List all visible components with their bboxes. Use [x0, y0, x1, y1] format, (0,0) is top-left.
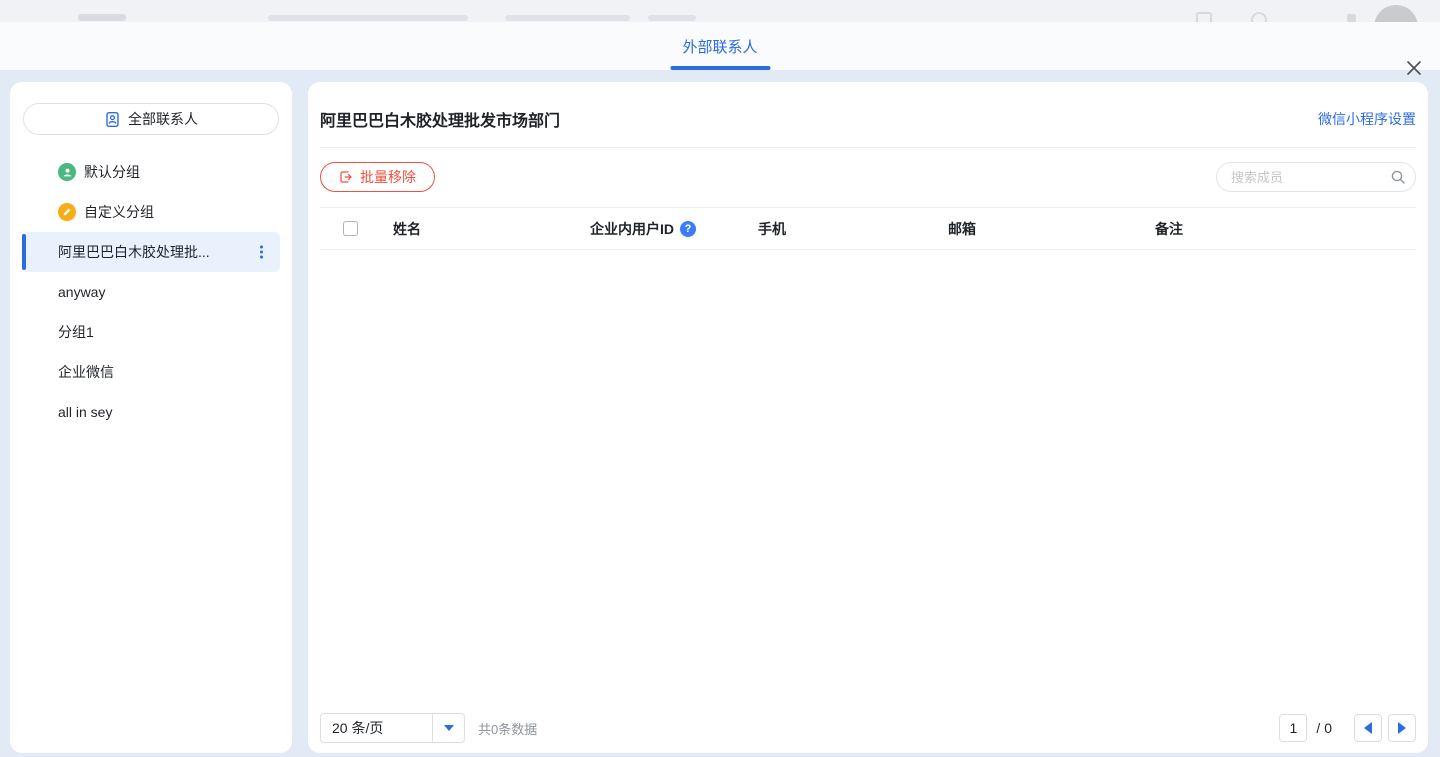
- content-panel: 阿里巴巴白木胶处理批发市场部门 微信小程序设置 批量移除: [308, 82, 1428, 753]
- background-icon: [1347, 14, 1356, 22]
- column-header-email: 邮箱: [948, 219, 1155, 239]
- batch-remove-button[interactable]: 批量移除: [320, 162, 435, 192]
- page-number-input[interactable]: [1279, 714, 1307, 742]
- group-label: 默认分组: [84, 162, 140, 182]
- pagination-right: / 0: [1279, 714, 1416, 742]
- column-header-name: 姓名: [393, 219, 590, 239]
- sidebar-item-alibaba-group[interactable]: 阿里巴巴白木胶处理批...: [22, 232, 280, 272]
- sidebar-item-default-group[interactable]: 默认分组: [22, 152, 280, 192]
- chevron-down-icon: [432, 714, 464, 742]
- sidebar-item-anyway[interactable]: anyway: [22, 272, 280, 312]
- user-group-icon: [58, 163, 76, 181]
- page-size-select[interactable]: 20 条/页: [320, 713, 465, 743]
- page-total-label: / 0: [1316, 720, 1332, 736]
- search-input[interactable]: [1216, 162, 1416, 192]
- table-header: 姓名 企业内用户ID ? 手机 邮箱 备注: [320, 207, 1416, 250]
- background-nav-text: [648, 15, 696, 21]
- modal-body: 全部联系人 默认分组: [0, 70, 1440, 757]
- group-label: 自定义分组: [84, 202, 154, 222]
- modal-header: 外部联系人: [0, 22, 1440, 70]
- column-header-phone: 手机: [758, 219, 948, 239]
- group-label: 企业微信: [58, 362, 114, 382]
- background-logo: [78, 14, 126, 21]
- title-row: 阿里巴巴白木胶处理批发市场部门 微信小程序设置: [320, 82, 1416, 148]
- more-options-icon[interactable]: [257, 243, 266, 262]
- search-box: [1216, 162, 1416, 192]
- remove-export-icon: [339, 170, 353, 184]
- sidebar-item-all-in-sey[interactable]: all in sey: [22, 392, 280, 432]
- sidebar-item-wecom[interactable]: 企业微信: [22, 352, 280, 392]
- prev-page-button[interactable]: [1354, 714, 1382, 742]
- group-label: 阿里巴巴白木胶处理批...: [58, 242, 210, 262]
- active-indicator: [22, 234, 26, 270]
- group-label: 分组1: [58, 322, 94, 342]
- group-label: all in sey: [58, 404, 112, 420]
- search-icon: [1390, 169, 1406, 185]
- background-topbar: [0, 0, 1440, 22]
- pagination-left: 20 条/页 共0条数据: [320, 713, 537, 743]
- sidebar-item-group1[interactable]: 分组1: [22, 312, 280, 352]
- background-icon: [1251, 12, 1267, 22]
- group-list: 默认分组 自定义分组 阿里巴巴白木胶处理批... any: [22, 152, 280, 432]
- all-contacts-button[interactable]: 全部联系人: [23, 103, 279, 135]
- column-header-userid: 企业内用户ID ?: [590, 219, 758, 239]
- help-icon[interactable]: ?: [680, 221, 696, 237]
- page-size-value: 20 条/页: [321, 718, 432, 738]
- column-header-userid-label: 企业内用户ID: [590, 219, 674, 239]
- group-label: anyway: [58, 284, 105, 300]
- miniprogram-settings-link[interactable]: 微信小程序设置: [1318, 109, 1416, 129]
- column-header-remark: 备注: [1155, 219, 1416, 239]
- batch-remove-label: 批量移除: [360, 167, 416, 187]
- arrow-left-icon: [1364, 722, 1372, 734]
- all-contacts-label: 全部联系人: [128, 109, 198, 129]
- contact-book-icon: [104, 111, 121, 128]
- arrow-right-icon: [1398, 722, 1406, 734]
- tab-label: 外部联系人: [682, 36, 757, 57]
- tab-external-contacts[interactable]: 外部联系人: [680, 22, 759, 70]
- total-count-label: 共0条数据: [478, 719, 537, 738]
- sidebar: 全部联系人 默认分组: [10, 82, 292, 753]
- background-icon: [1196, 12, 1212, 22]
- background-nav-text: [505, 15, 630, 21]
- select-all-checkbox[interactable]: [343, 221, 358, 236]
- toolbar: 批量移除: [320, 162, 1416, 192]
- page-title: 阿里巴巴白木胶处理批发市场部门: [320, 107, 560, 131]
- header-cell-select: [343, 221, 393, 236]
- avatar: [1374, 5, 1418, 22]
- pagination-bar: 20 条/页 共0条数据 / 0: [320, 713, 1416, 743]
- pencil-icon: [58, 203, 76, 221]
- external-contacts-modal-screen: 外部联系人 全部联系人: [0, 0, 1440, 757]
- background-nav-text: [268, 15, 468, 21]
- next-page-button[interactable]: [1388, 714, 1416, 742]
- sidebar-item-custom-group[interactable]: 自定义分组: [22, 192, 280, 232]
- table-body-empty: [320, 250, 1416, 713]
